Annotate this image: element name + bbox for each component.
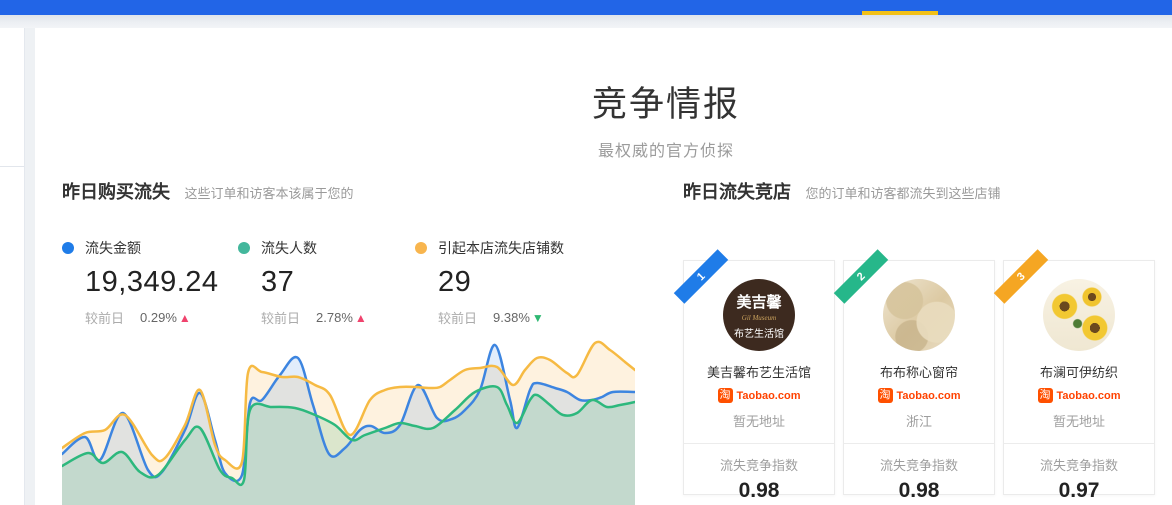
legend-label: 流失人数 [261,238,317,258]
legend-dot-teal [238,242,250,254]
platform-label: Taobao.com [1057,390,1121,402]
taobao-icon: 淘 [878,388,893,403]
competitors-section-title: 昨日流失竞店 [683,182,791,202]
competitors-section-desc: 您的订单和访客都流失到这些店铺 [805,186,1000,201]
avatar-text: Gil Museum [742,314,776,322]
index-label: 流失竞争指数 [720,455,798,474]
platform-label: Taobao.com [897,390,961,402]
trend-up-icon: ▲ [355,311,367,325]
stat-delta: 较前日 0.29% ▲ [85,308,219,327]
store-name[interactable]: 美吉馨布艺生活馆 [707,362,811,381]
compare-label: 较前日 [85,308,124,327]
loss-trend-chart[interactable] [62,330,635,505]
stat-value: 19,349.24 [85,266,219,299]
rank-number: 1 [695,270,708,283]
stat-loss-people: 流失人数 37 较前日 2.78% ▲ [238,240,367,327]
stat-value: 29 [438,266,564,299]
legend-item-loss-shops[interactable]: 引起本店流失店铺数 [415,240,564,256]
competitor-card-1[interactable]: 1 美吉馨 Gil Museum 布艺生活馆 美吉馨布艺生活馆 淘 Taobao… [683,260,835,495]
rank-number: 3 [1015,270,1028,283]
change-percent: 2.78% [316,310,353,325]
legend-item-loss-people[interactable]: 流失人数 [238,240,367,256]
legend-dot-orange [415,242,427,254]
store-name[interactable]: 布澜可伊纺织 [1040,362,1118,381]
taobao-icon: 淘 [718,388,733,403]
platform-row: 淘 Taobao.com [718,388,801,403]
page-subtitle: 最权威的官方侦探 [592,137,740,161]
page-title: 竞争情报 [592,76,740,127]
card-divider [844,443,994,444]
store-location: 暂无地址 [733,411,785,430]
legend-dot-blue [62,242,74,254]
page-header: 竞争情报 最权威的官方侦探 [592,76,740,161]
index-value: 0.98 [739,479,780,503]
stat-loss-shops: 引起本店流失店铺数 29 较前日 9.38% ▼ [415,240,564,327]
index-value: 0.97 [1059,479,1100,503]
competitors-section-header: 昨日流失竞店 您的订单和访客都流失到这些店铺 [683,178,1000,204]
platform-row: 淘 Taobao.com [878,388,961,403]
legend-label: 流失金额 [85,238,141,258]
platform-label: Taobao.com [737,390,801,402]
store-name[interactable]: 布布称心窗帘 [880,362,958,381]
store-avatar [883,279,955,351]
avatar-text: 布艺生活馆 [734,325,784,340]
loss-section-header: 昨日购买流失 这些订单和访客本该属于您的 [62,178,353,204]
competitive-intelligence-page: 竞争情报 最权威的官方侦探 昨日购买流失 这些订单和访客本该属于您的 流失金额 … [0,0,1172,505]
avatar-text: 美吉馨 [736,291,781,312]
sub-header-band [0,15,1172,28]
store-location: 浙江 [906,411,932,430]
legend-item-loss-amount[interactable]: 流失金额 [62,240,219,256]
taobao-icon: 淘 [1038,388,1053,403]
loss-section-desc: 这些订单和访客本该属于您的 [184,186,353,201]
trend-up-icon: ▲ [179,311,191,325]
stat-delta: 较前日 9.38% ▼ [438,308,564,327]
stat-value: 37 [261,266,367,299]
layout-gutter [25,28,35,505]
compare-label: 较前日 [261,308,300,327]
trend-down-icon: ▼ [532,311,544,325]
area-chart-svg [62,330,635,505]
index-label: 流失竞争指数 [880,455,958,474]
index-label: 流失竞争指数 [1040,455,1118,474]
store-avatar [1043,279,1115,351]
index-value: 0.98 [899,479,940,503]
compare-label: 较前日 [438,308,477,327]
sidebar-divider [0,166,24,167]
store-location: 暂无地址 [1053,411,1105,430]
competitor-card-3[interactable]: 3 布澜可伊纺织 淘 Taobao.com 暂无地址 流失竞争指数 0.97 [1003,260,1155,495]
stat-loss-amount: 流失金额 19,349.24 较前日 0.29% ▲ [62,240,219,327]
top-nav-bar[interactable] [0,0,1172,15]
left-sidebar-edge[interactable] [0,28,25,505]
legend-label: 引起本店流失店铺数 [438,238,564,258]
card-divider [684,443,834,444]
rank-number: 2 [855,270,868,283]
card-divider [1004,443,1154,444]
platform-row: 淘 Taobao.com [1038,388,1121,403]
competitor-card-2[interactable]: 2 布布称心窗帘 淘 Taobao.com 浙江 流失竞争指数 0.98 [843,260,995,495]
stat-delta: 较前日 2.78% ▲ [261,308,367,327]
loss-section-title: 昨日购买流失 [62,182,170,202]
change-percent: 9.38% [493,310,530,325]
change-percent: 0.29% [140,310,177,325]
store-avatar: 美吉馨 Gil Museum 布艺生活馆 [723,279,795,351]
